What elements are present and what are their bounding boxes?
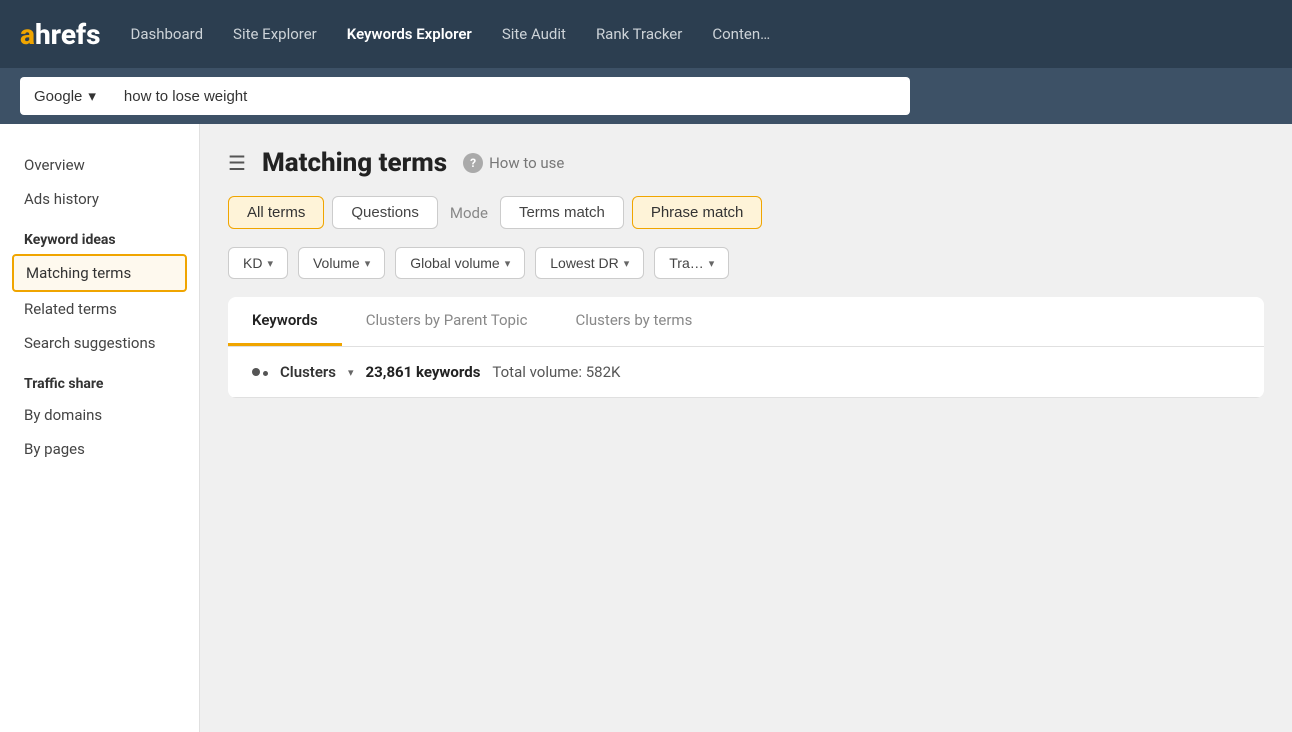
dot-large — [252, 368, 260, 376]
how-to-use-button[interactable]: ? How to use — [463, 153, 564, 173]
page-header: ☰ Matching terms ? How to use — [228, 148, 1264, 178]
filter-traffic[interactable]: Tra… ▾ — [654, 247, 729, 279]
sidebar-item-by-pages[interactable]: By pages — [0, 432, 199, 466]
filter-global-volume[interactable]: Global volume ▾ — [395, 247, 525, 279]
clusters-label: Clusters — [280, 363, 336, 381]
keywords-count: 23,861 keywords — [366, 363, 481, 381]
clusters-chevron-icon[interactable]: ▾ — [348, 366, 354, 379]
sidebar-section-keyword-ideas: Keyword ideas — [0, 216, 199, 254]
nav-keywords-explorer[interactable]: Keywords Explorer — [347, 25, 472, 43]
chevron-down-icon: ▾ — [505, 257, 511, 270]
sidebar-item-search-suggestions[interactable]: Search suggestions — [0, 326, 199, 360]
hamburger-icon[interactable]: ☰ — [228, 151, 246, 175]
filter-volume-label: Volume — [313, 255, 360, 271]
top-navigation: ahrefs Dashboard Site Explorer Keywords … — [0, 0, 1292, 68]
sidebar: Overview Ads history Keyword ideas Match… — [0, 124, 200, 732]
sidebar-item-ads-history[interactable]: Ads history — [0, 182, 199, 216]
sidebar-item-overview[interactable]: Overview — [0, 148, 199, 182]
chevron-down-icon: ▾ — [267, 257, 273, 270]
mode-label: Mode — [450, 204, 488, 222]
filter-kd-label: KD — [243, 255, 262, 271]
page-title: Matching terms — [262, 148, 447, 178]
tab-phrase-match[interactable]: Phrase match — [632, 196, 763, 229]
filter-global-volume-label: Global volume — [410, 255, 500, 271]
clusters-row: Clusters ▾ 23,861 keywords Total volume:… — [228, 347, 1264, 398]
logo[interactable]: ahrefs — [20, 18, 101, 51]
filter-lowest-dr-label: Lowest DR — [550, 255, 618, 271]
chevron-down-icon: ▾ — [365, 257, 371, 270]
how-to-use-label: How to use — [489, 154, 564, 172]
sidebar-item-related-terms[interactable]: Related terms — [0, 292, 199, 326]
filter-tabs: All terms Questions Mode Terms match Phr… — [228, 196, 1264, 229]
tab-questions[interactable]: Questions — [332, 196, 438, 229]
clusters-icon — [252, 368, 268, 376]
question-icon: ? — [463, 153, 483, 173]
table-tab-clusters-parent[interactable]: Clusters by Parent Topic — [342, 297, 552, 346]
nav-site-audit[interactable]: Site Audit — [502, 25, 566, 43]
search-bar: Google ▾ — [0, 68, 1292, 124]
table-tab-keywords[interactable]: Keywords — [228, 297, 342, 346]
search-input-wrapper — [110, 77, 910, 115]
nav-links: Dashboard Site Explorer Keywords Explore… — [131, 25, 771, 43]
nav-dashboard[interactable]: Dashboard — [131, 25, 204, 43]
search-engine-label: Google — [34, 88, 82, 105]
filter-kd[interactable]: KD ▾ — [228, 247, 288, 279]
tab-terms-match[interactable]: Terms match — [500, 196, 624, 229]
nav-site-explorer[interactable]: Site Explorer — [233, 25, 317, 43]
main-content: ☰ Matching terms ? How to use All terms … — [200, 124, 1292, 732]
sidebar-item-matching-terms[interactable]: Matching terms — [12, 254, 187, 292]
search-engine-dropdown[interactable]: Google ▾ — [20, 77, 110, 115]
logo-a-letter: a — [20, 18, 35, 51]
table-tab-clusters-terms[interactable]: Clusters by terms — [551, 297, 716, 346]
total-volume: Total volume: 582K — [492, 363, 620, 381]
chevron-down-icon: ▾ — [709, 257, 715, 270]
main-layout: Overview Ads history Keyword ideas Match… — [0, 124, 1292, 732]
sidebar-item-by-domains[interactable]: By domains — [0, 398, 199, 432]
nav-content[interactable]: Conten… — [712, 25, 770, 43]
nav-rank-tracker[interactable]: Rank Tracker — [596, 25, 682, 43]
filter-traffic-label: Tra… — [669, 255, 703, 271]
table-area: Keywords Clusters by Parent Topic Cluste… — [228, 297, 1264, 398]
table-tabs: Keywords Clusters by Parent Topic Cluste… — [228, 297, 1264, 347]
tab-all-terms[interactable]: All terms — [228, 196, 324, 229]
sidebar-section-traffic-share: Traffic share — [0, 360, 199, 398]
chevron-down-icon: ▾ — [88, 87, 96, 105]
filter-row: KD ▾ Volume ▾ Global volume ▾ Lowest DR … — [228, 247, 1264, 279]
dot-small — [263, 371, 268, 376]
filter-lowest-dr[interactable]: Lowest DR ▾ — [535, 247, 644, 279]
search-input[interactable] — [110, 77, 910, 115]
chevron-down-icon: ▾ — [624, 257, 630, 270]
logo-rest: hrefs — [35, 18, 101, 51]
filter-volume[interactable]: Volume ▾ — [298, 247, 385, 279]
